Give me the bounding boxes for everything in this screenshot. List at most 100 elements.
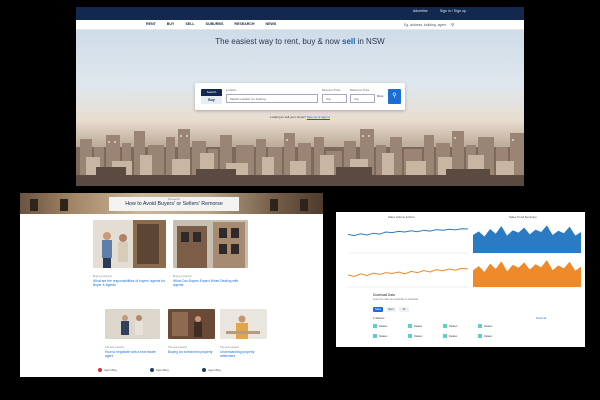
article-image [105,309,160,339]
hero-tagline: The easiest way to rent, buy & now sell … [76,37,524,46]
dataset-checkbox[interactable]: Dataset [408,324,422,328]
dataset-label: Dataset [414,324,423,328]
dataset-checkbox[interactable]: Dataset [478,334,492,338]
nav-search-input[interactable]: Eg. address, building, agent [404,23,446,27]
checkbox-icon [478,334,482,338]
dataset-checkbox[interactable]: Dataset [408,334,422,338]
article-headline[interactable]: How to negotiate with a real estate agen… [105,350,160,359]
tagline-accent: sell [342,37,356,46]
blog-screenshot: Research How to Avoid Buyers' or Sellers… [20,193,323,377]
article-card[interactable]: Buying a property What Can Buyers Expect… [173,220,248,288]
search-mode-value[interactable]: Buy [201,96,222,104]
main-nav: RENT BUY SELL SUBURBS RESEARCH NEWS Eg. … [76,20,524,30]
dataset-checkbox[interactable]: Dataset [373,324,387,328]
checkbox-icon [373,334,377,338]
dataset-checkbox[interactable]: Dataset [443,334,457,338]
real-estate-home-screenshot: Advertise Sign in / Sign up RENT BUY SEL… [76,7,524,186]
author-tag: Agent Blog [202,368,221,372]
max-price-select[interactable]: Any [350,94,375,103]
helper-text: Looking to sell your home? [270,115,306,119]
search-button[interactable]: ⚲ [388,89,401,104]
article-meta: Tips and research [168,346,188,349]
author-tag: Agent Blog [98,368,117,372]
author-name: Agent Blog [104,368,117,372]
article-meta: Buying a property [173,275,192,278]
filter-pill-rent[interactable]: Rent [386,307,396,312]
top-bar: Advertise Sign in / Sign up [76,7,524,20]
max-price-field: Maximum Price Any [350,88,375,105]
download-subtitle: Select the data you would like to downlo… [373,298,419,301]
article-card[interactable]: Tips and research Understanding property… [220,309,267,359]
dataset-label: Dataset [379,334,388,338]
nav-item-rent[interactable]: RENT [146,22,156,26]
dataset-label: Dataset [484,324,493,328]
dataset-label: Dataset [414,334,423,338]
filter-pill-all[interactable]: All [399,307,409,312]
dataset-checkbox[interactable]: Dataset [373,334,387,338]
dataset-checkbox[interactable]: Dataset [478,324,492,328]
nav-item-news[interactable]: NEWS [266,22,277,26]
tagline-prefix: The easiest way to rent, buy & now [215,37,340,46]
nav-item-buy[interactable]: BUY [167,22,175,26]
location-label: Location [226,88,237,92]
datasets-heading: 9 datasets [373,317,385,320]
search-icon[interactable]: ⚲ [451,22,454,27]
article-card[interactable]: Tips and research Buying an investment p… [168,309,215,354]
filter-pill-sales[interactable]: Sales [373,307,383,312]
nav-item-research[interactable]: RESEARCH [234,22,254,26]
author-tag: Agent Blog [150,368,169,372]
article-image [173,220,248,268]
article-image [168,309,215,339]
article-headline[interactable]: Buying an investment property [168,350,215,354]
dataset-checkbox[interactable]: Dataset [443,324,457,328]
search-icon: ⚲ [392,93,397,99]
article-headline[interactable]: Understanding property settlement [220,350,267,359]
more-filters-link[interactable]: More [377,94,383,98]
select-all-link[interactable]: Select all [536,317,546,320]
article-image [93,220,166,268]
blog-title: How to Avoid Buyers' or Sellers' Remorse [125,201,223,207]
dataset-label: Dataset [449,334,458,338]
article-meta: Tips and research [220,346,240,349]
property-search-card: Search Buy Location Search Location (i.e… [195,83,405,110]
min-price-field: Minimum Price Any [322,88,347,105]
min-price-select[interactable]: Any [322,94,347,103]
checkbox-icon [443,334,447,338]
min-price-label: Minimum Price [322,88,341,92]
checkbox-icon [443,324,447,328]
checkbox-icon [408,324,412,328]
dataset-label: Dataset [449,324,458,328]
article-card[interactable]: Tips and research How to negotiate with … [105,309,160,359]
area-chart [473,225,581,288]
checkbox-icon [408,334,412,338]
location-field: Location Search Location (i.e Sydney) [226,88,318,105]
dataset-label: Dataset [379,324,388,328]
author-name: Agent Blog [156,368,169,372]
search-mode-toggle[interactable]: Search Buy [201,89,222,104]
article-headline[interactable]: What Can Buyers Expect When Dealing with… [173,279,248,288]
max-price-label: Maximum Price [350,88,370,92]
helper-link[interactable]: Sign up or sign in [307,115,330,119]
panel-right-title: Sales Trend Summary [509,215,537,219]
avatar [98,368,102,372]
advertise-link[interactable]: Advertise [413,9,428,13]
sign-in-link[interactable]: Sign in / Sign up [440,9,466,13]
dataset-label: Dataset [484,334,493,338]
series-area [473,225,581,253]
article-meta: Tips and research [105,346,125,349]
location-input[interactable]: Search Location (i.e Sydney) [226,94,318,103]
download-title: Download Data [373,293,395,297]
tagline-suffix: in NSW [357,37,385,46]
series-area [473,260,581,287]
article-card[interactable]: Buying a property What are the responsib… [93,220,166,288]
nav-item-sell[interactable]: SELL [185,22,194,26]
avatar [150,368,154,372]
avatar [202,368,206,372]
series-line [348,267,468,278]
dashboard-screenshot: Sales Volume & Rent Sales Trend Summary … [336,212,585,347]
article-headline[interactable]: What are the responsibilities of buyers'… [93,279,166,288]
nav-item-suburbs[interactable]: SUBURBS [206,22,224,26]
sell-helper: Looking to sell your home? Sign up or si… [76,115,524,119]
panel-left-title: Sales Volume & Rent [388,215,415,219]
city-skyline-image [76,129,524,186]
